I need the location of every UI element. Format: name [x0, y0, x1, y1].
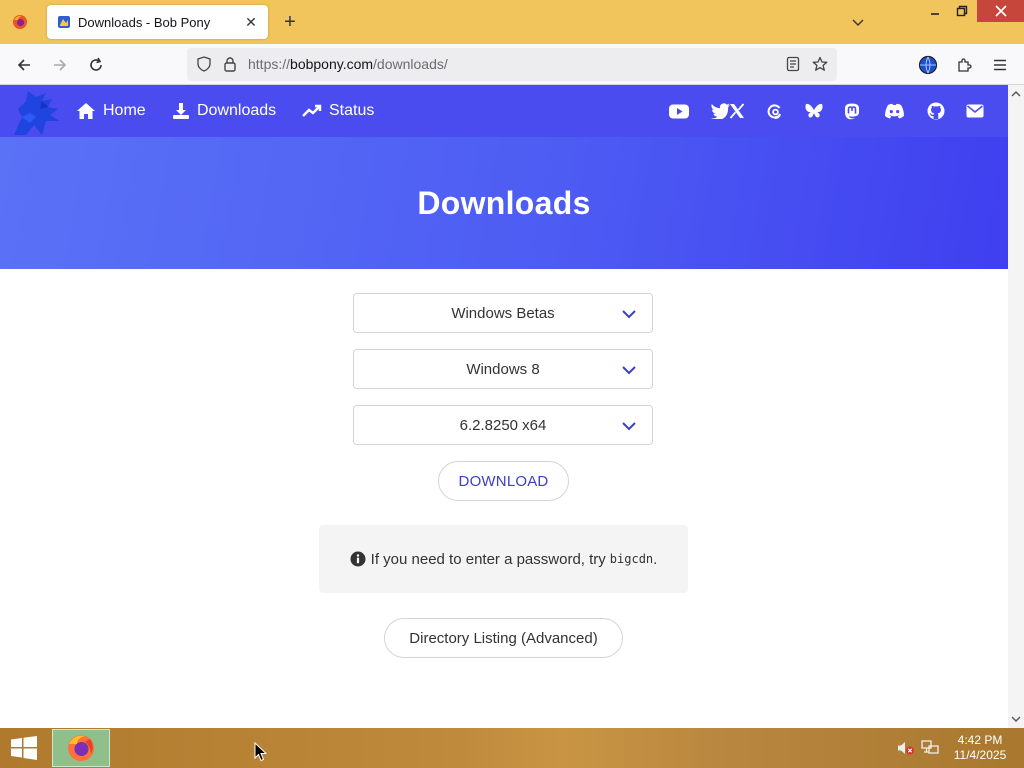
- account-globe-icon: [918, 55, 938, 75]
- page-hero-banner: Downloads: [0, 137, 1008, 269]
- clock-time: 4:42 PM: [957, 733, 1003, 747]
- lock-icon[interactable]: [221, 54, 239, 74]
- nav-link-downloads[interactable]: Downloads: [172, 99, 276, 123]
- info-circle-icon: [350, 551, 366, 567]
- discord-icon[interactable]: [883, 100, 905, 122]
- close-icon: [994, 5, 1007, 17]
- forward-arrow-icon: [54, 59, 67, 71]
- build-select-value: 6.2.8250 x64: [459, 416, 547, 434]
- url-scheme: https://: [248, 56, 291, 72]
- chevron-down-icon: [852, 19, 864, 26]
- trend-icon: [302, 104, 322, 117]
- bookmark-star-icon[interactable]: [810, 54, 830, 74]
- forward-button[interactable]: [46, 51, 74, 79]
- download-button[interactable]: DOWNLOAD: [438, 461, 569, 501]
- product-select-value: Windows 8: [466, 360, 540, 378]
- reader-view-icon[interactable]: [783, 54, 803, 74]
- taskbar-firefox-button[interactable]: [52, 729, 110, 767]
- nav-home-label: Home: [103, 102, 146, 119]
- back-arrow-icon: [17, 59, 30, 71]
- nav-downloads-label: Downloads: [197, 102, 277, 119]
- system-clock[interactable]: 4:42 PM 11/4/2025: [950, 733, 1010, 763]
- scroll-down-arrow-icon[interactable]: [1011, 714, 1021, 724]
- bluesky-icon[interactable]: [804, 100, 824, 122]
- x-icon[interactable]: [728, 100, 746, 122]
- twitter-icon[interactable]: [710, 100, 730, 122]
- build-select[interactable]: 6.2.8250 x64: [353, 405, 653, 445]
- tab-strip: Downloads - Bob Pony ✕ +: [0, 0, 1024, 44]
- active-tab[interactable]: Downloads - Bob Pony ✕: [47, 5, 268, 39]
- nav-status-label: Status: [329, 102, 375, 119]
- url-host: bobpony.com: [290, 56, 374, 72]
- back-button[interactable]: [10, 51, 38, 79]
- extensions-button[interactable]: [950, 51, 978, 79]
- github-icon[interactable]: [926, 100, 946, 122]
- bobpony-logo[interactable]: [12, 87, 64, 137]
- download-icon: [173, 103, 189, 119]
- new-tab-button[interactable]: +: [278, 10, 302, 34]
- directory-listing-button[interactable]: Directory Listing (Advanced): [384, 618, 623, 658]
- chevron-down-icon: [622, 366, 636, 375]
- account-button[interactable]: [914, 51, 942, 79]
- app-menu-button[interactable]: [986, 51, 1014, 79]
- address-bar[interactable]: https://bobpony.com/downloads/: [187, 48, 837, 81]
- navigation-toolbar: https://bobpony.com/downloads/: [0, 44, 1024, 85]
- close-window-button[interactable]: [977, 0, 1024, 22]
- notice-password-code: bigcdn: [609, 552, 654, 566]
- reload-icon: [90, 57, 102, 71]
- chevron-down-icon: [622, 310, 636, 319]
- firefox-icon: [13, 15, 27, 29]
- home-icon: [77, 103, 95, 119]
- clock-date: 11/4/2025: [953, 748, 1007, 762]
- tab-title: Downloads - Bob Pony: [78, 14, 211, 30]
- category-select-value: Windows Betas: [451, 304, 555, 322]
- windows-start-button[interactable]: [10, 736, 38, 760]
- notice-text: If you need to enter a password, try: [370, 550, 606, 568]
- page-scrollbar[interactable]: [1008, 85, 1024, 728]
- page-title: Downloads: [417, 184, 591, 221]
- mouse-cursor-icon: [254, 742, 268, 762]
- url-path: /downloads/: [373, 56, 448, 72]
- site-navbar: Home Downloads Status: [0, 85, 1008, 137]
- hamburger-menu-icon: [994, 59, 1006, 71]
- bobpony-favicon-icon: [56, 14, 72, 30]
- list-all-tabs-button[interactable]: [846, 10, 870, 34]
- category-select[interactable]: Windows Betas: [353, 293, 653, 333]
- scroll-up-arrow-icon[interactable]: [1011, 89, 1021, 99]
- mail-icon[interactable]: [965, 100, 985, 122]
- product-select[interactable]: Windows 8: [353, 349, 653, 389]
- mastodon-icon[interactable]: [843, 100, 861, 122]
- url-text[interactable]: https://bobpony.com/downloads/: [248, 56, 448, 72]
- notice-period: .: [653, 550, 658, 568]
- threads-icon[interactable]: [766, 100, 784, 122]
- nav-link-status[interactable]: Status: [302, 99, 374, 123]
- reload-button[interactable]: [82, 51, 110, 79]
- windows-taskbar: 4:42 PM 11/4/2025: [0, 728, 1024, 768]
- youtube-icon[interactable]: [669, 100, 689, 122]
- chevron-down-icon: [622, 422, 636, 431]
- firefox-view-button[interactable]: [6, 8, 34, 36]
- password-notice: If you need to enter a password, try big…: [319, 525, 688, 593]
- network-icon[interactable]: [921, 740, 939, 756]
- volume-muted-icon[interactable]: [897, 740, 915, 756]
- web-page: Home Downloads Status Downloads Windows …: [0, 85, 1008, 728]
- restore-icon: [956, 5, 968, 17]
- close-tab-icon[interactable]: ✕: [240, 11, 262, 33]
- tracking-protection-shield-icon[interactable]: [194, 54, 214, 74]
- nav-link-home[interactable]: Home: [76, 99, 146, 123]
- puzzle-icon: [958, 58, 972, 72]
- firefox-icon: [68, 735, 94, 761]
